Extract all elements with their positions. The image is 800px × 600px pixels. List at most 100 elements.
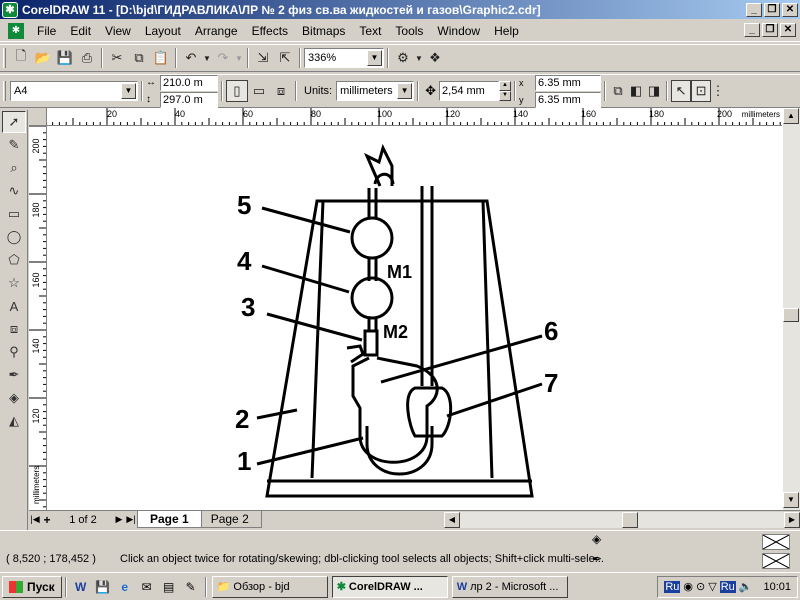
antivirus-icon[interactable]: ◉ [683, 580, 693, 593]
import-icon[interactable]: ⇲ [252, 47, 274, 69]
export-icon[interactable]: ⇱ [274, 47, 296, 69]
paper-size-combo[interactable]: A4 ▼ [10, 81, 138, 101]
options-icon[interactable]: ⋮ [711, 80, 725, 102]
internet-explorer-icon[interactable]: e [116, 578, 134, 596]
shape-tool-icon[interactable]: ✎ [2, 134, 26, 156]
undo-dropdown-icon[interactable]: ▼ [202, 47, 212, 69]
taskbar-coreldraw[interactable]: ✱ CorelDRAW ... [331, 575, 448, 598]
page-width-field[interactable]: 210.0 m [160, 74, 218, 91]
duplicate-y-field[interactable]: 6.35 mm [535, 91, 602, 108]
launcher-dropdown-icon[interactable]: ▼ [414, 47, 424, 69]
menu-arrange[interactable]: Arrange [188, 24, 245, 38]
menu-text[interactable]: Text [352, 24, 388, 38]
duplicate-x-field[interactable]: 6.35 mm [535, 74, 602, 91]
tab-page-2[interactable]: Page 2 [197, 511, 262, 528]
units-combo[interactable]: millimeters ▼ [336, 81, 415, 101]
redo-icon[interactable]: ↷ [212, 47, 234, 69]
ruler-corner[interactable] [29, 108, 47, 126]
language-indicator[interactable]: Ru [664, 580, 681, 593]
last-page-icon[interactable]: ▶| [125, 514, 137, 525]
scheduler-icon[interactable]: ⊙ [696, 580, 705, 593]
doc-minimize-button[interactable]: _ [744, 23, 760, 37]
menu-view[interactable]: View [98, 24, 138, 38]
page-height-field[interactable]: 297.0 m [160, 91, 218, 108]
chevron-down-icon[interactable]: ▼ [367, 50, 382, 66]
chevron-down-icon[interactable]: ▼ [397, 83, 413, 99]
menu-layout[interactable]: Layout [138, 24, 188, 38]
menu-window[interactable]: Window [430, 24, 487, 38]
star-tool-icon[interactable]: ☆ [2, 272, 26, 294]
outline-tool-icon[interactable]: ✒ [2, 364, 26, 386]
doc-close-button[interactable]: ✕ [780, 23, 796, 37]
start-button[interactable]: Пуск [2, 575, 62, 598]
nudge-spinner[interactable]: ▲ ▼ [499, 81, 512, 101]
doc-restore-button[interactable]: ❐ [762, 23, 778, 37]
scroll-left-arrow-icon[interactable]: ◀ [444, 512, 460, 528]
menu-effects[interactable]: Effects [245, 24, 295, 38]
interactive-blend-tool-icon[interactable]: ⧈ [2, 318, 26, 340]
ellipse-tool-icon[interactable]: ◯ [2, 226, 26, 248]
keyboard-layout-indicator[interactable]: Ru [719, 580, 736, 593]
freehand-tool-icon[interactable]: ∿ [2, 180, 26, 202]
print-icon[interactable]: ⎙ [76, 47, 98, 69]
word-quicklaunch-icon[interactable]: W [72, 578, 90, 596]
menu-file[interactable]: File [30, 24, 63, 38]
fill-swatch[interactable] [762, 534, 790, 550]
toolbar-grip[interactable] [3, 48, 6, 68]
new-document-icon[interactable]: 🗋 [10, 47, 32, 69]
property-bar-grip[interactable] [3, 81, 6, 101]
redo-dropdown-icon[interactable]: ▼ [234, 47, 244, 69]
taskbar-explorer[interactable]: 📁 Обзор - bjd [211, 575, 328, 598]
zoom-tool-icon[interactable]: ⌕ [2, 157, 26, 179]
vertical-scroll-thumb[interactable] [783, 308, 799, 322]
vertical-ruler[interactable]: 200 180 160 140 120 millimeters [29, 126, 47, 510]
nudge-distance-field[interactable]: 2,54 mm [439, 81, 500, 101]
scroll-right-arrow-icon[interactable]: ▶ [784, 512, 800, 528]
draw-scale-icon[interactable]: ⧉ [609, 80, 627, 102]
drawing-canvas[interactable]: 5 4 3 2 1 6 7 M1 M2 [47, 126, 782, 510]
menu-tools[interactable]: Tools [388, 24, 430, 38]
text-tool-icon[interactable]: A [2, 295, 26, 317]
application-launcher-icon[interactable]: ⚙ [392, 47, 414, 69]
chevron-down-icon[interactable]: ▼ [121, 83, 136, 99]
corel-online-icon[interactable]: ❖ [424, 47, 446, 69]
all-pages-icon[interactable]: ◧ [627, 80, 645, 102]
fill-tool-icon[interactable]: ◈ [2, 387, 26, 409]
minimize-button[interactable]: _ [746, 2, 762, 17]
open-icon[interactable]: 📂 [32, 47, 54, 69]
restore-button[interactable]: ❐ [764, 2, 780, 17]
eyedropper-tool-icon[interactable]: ⚲ [2, 341, 26, 363]
horizontal-scroll-thumb[interactable] [622, 512, 638, 528]
cut-icon[interactable]: ✂ [106, 47, 128, 69]
menu-help[interactable]: Help [487, 24, 526, 38]
document-icon[interactable]: ✱ [8, 22, 24, 39]
tray-app-icon[interactable]: ▽ [708, 580, 716, 593]
menu-bitmaps[interactable]: Bitmaps [295, 24, 352, 38]
pick-tool-icon[interactable]: ➚ [2, 111, 26, 133]
set-default-page-icon[interactable]: ⧈ [270, 80, 292, 102]
interactive-fill-tool-icon[interactable]: ◭ [2, 410, 26, 432]
save-icon[interactable]: 💾 [54, 47, 76, 69]
snap-to-icon[interactable]: ⊡ [691, 80, 712, 102]
scroll-down-arrow-icon[interactable]: ▼ [783, 492, 799, 508]
next-page-icon[interactable]: ▶ [113, 514, 125, 525]
add-page-icon[interactable]: + [41, 513, 53, 527]
horizontal-scrollbar[interactable]: ◀ ▶ [444, 512, 800, 528]
vertical-scrollbar[interactable]: ▲ ▼ [782, 108, 800, 510]
menu-edit[interactable]: Edit [63, 24, 98, 38]
undo-icon[interactable]: ↶ [180, 47, 202, 69]
close-button[interactable]: ✕ [782, 2, 798, 17]
current-page-icon[interactable]: ◨ [645, 80, 663, 102]
paste-icon[interactable]: 📋 [150, 47, 172, 69]
notepad-icon[interactable]: ✎ [182, 578, 200, 596]
copy-icon[interactable]: ⧉ [128, 47, 150, 69]
save-quicklaunch-icon[interactable]: 💾 [94, 578, 112, 596]
polygon-tool-icon[interactable]: ⬠ [2, 249, 26, 271]
volume-icon[interactable]: 🔈 [739, 580, 753, 593]
landscape-icon[interactable]: ▭ [248, 80, 270, 102]
outline-swatch[interactable] [762, 553, 790, 569]
show-desktop-icon[interactable]: ▤ [160, 578, 178, 596]
first-page-icon[interactable]: |◀ [29, 514, 41, 525]
tab-page-1[interactable]: Page 1 [137, 511, 202, 528]
zoom-level-combo[interactable]: 336% ▼ [304, 48, 384, 68]
